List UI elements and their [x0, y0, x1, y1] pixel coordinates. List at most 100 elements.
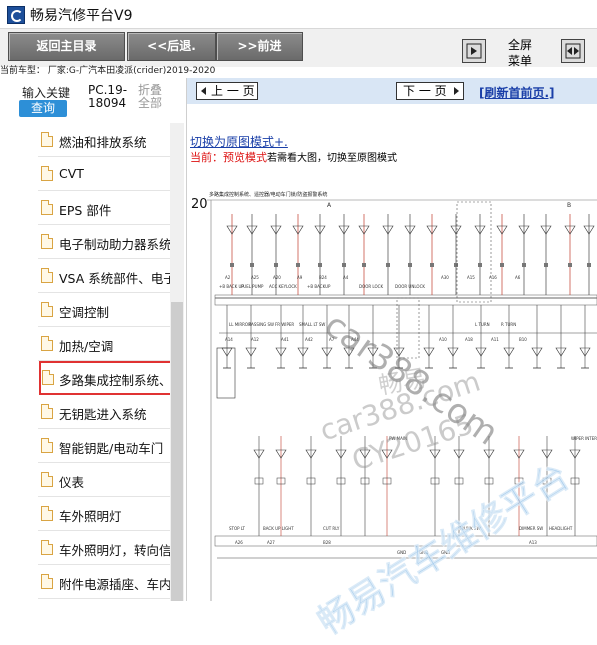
tab-fold-line2: 全部 — [138, 96, 163, 110]
diagram-connector-label: A26 — [235, 540, 243, 545]
tree-item[interactable]: 附件电源插座、车内 — [0, 565, 170, 599]
vehicle-model-line: 当前车型： 厂家:G-广汽本田凌派(crider)2019-2020 — [0, 66, 216, 76]
fullscreen-expand-button[interactable] — [462, 39, 486, 63]
tree-item[interactable]: EPS 部件 — [0, 191, 170, 225]
diagram-signal-label: BACK UP LIGHT — [263, 526, 294, 531]
document-icon — [41, 302, 53, 317]
diagram-ground-label: GND — [419, 550, 428, 555]
arrow-right-icon — [454, 87, 459, 95]
tree-item-label: 附件电源插座、车内 — [59, 577, 170, 592]
tree-item[interactable]: 电子制动助力器系统 — [0, 225, 170, 259]
diagram-connector-label: A25 — [251, 275, 259, 280]
tree-item[interactable]: 无钥匙进入系统 — [0, 395, 170, 429]
diagram-splice — [430, 263, 434, 267]
diagram-connector-label: A44 — [351, 337, 359, 342]
diagram-connector-label: A27 — [267, 540, 275, 545]
diagram-ground-label: GND — [441, 550, 450, 555]
diagram-background — [189, 178, 597, 601]
tree-item-label: 无钥匙进入系统 — [59, 407, 147, 422]
title-bar: 畅易汽修平台V9 — [0, 0, 597, 29]
diagram-connector-label: A6 — [515, 275, 521, 280]
menu-toggle-button[interactable] — [561, 39, 585, 63]
back-button[interactable]: <<后退. — [127, 32, 216, 61]
prev-page-button[interactable]: 上 一 页 — [196, 82, 258, 100]
document-icon — [42, 370, 54, 385]
diagram-splice — [362, 263, 366, 267]
left-tabs: 输入关键 查询 PC.19- 18094 折叠 全部 — [0, 78, 186, 120]
hint-prefix: 当前： — [190, 151, 223, 164]
document-icon — [41, 166, 53, 181]
document-icon — [41, 540, 53, 555]
diagram-connector-label: A16 — [489, 275, 497, 280]
tree-item-label: 仪表 — [59, 475, 85, 490]
tree-scrollbar-thumb[interactable] — [171, 302, 183, 601]
arrow-left-icon — [201, 87, 206, 95]
query-button[interactable]: 查询 — [19, 100, 67, 117]
tab-keyword-input[interactable]: 输入关键 — [22, 84, 70, 101]
tab-pc-number[interactable]: PC.19- 18094 — [88, 84, 127, 110]
tree-item[interactable]: VSA 系统部件、电子 — [0, 259, 170, 293]
diagram-connector-label: A7 — [329, 337, 335, 342]
mode-hint: 当前：预览模式若需看大图，切换至原图模式 — [190, 149, 397, 165]
tree-item[interactable]: 多路集成控制系统、 — [39, 361, 170, 395]
diagram-signal-label: HEADLIGHT — [549, 526, 573, 531]
prev-page-label: 上 一 页 — [211, 84, 255, 98]
diagram-connector-label: A2 — [225, 275, 231, 280]
tree-item-label: 智能钥匙/电动车门 — [59, 441, 164, 456]
tree-item-label: 多路集成控制系统、 — [59, 373, 170, 388]
tree-item[interactable]: 智能钥匙/电动车门 — [0, 429, 170, 463]
tree-item[interactable]: 仪表 — [0, 463, 170, 497]
next-page-button[interactable]: 下 一 页 — [396, 82, 464, 100]
document-icon — [41, 472, 53, 487]
hint-suffix: 若需看大图，切换至原图模式 — [267, 153, 397, 164]
diagram-splice — [408, 263, 412, 267]
tree-divider — [38, 598, 170, 599]
home-button[interactable]: 返回主目录 — [8, 32, 125, 61]
tree-item-label: VSA 系统部件、电子 — [59, 271, 170, 286]
diagram-connector-label: A18 — [465, 337, 473, 342]
app-title: 畅易汽修平台V9 — [30, 8, 133, 24]
diagram-column-b: B — [567, 202, 571, 209]
diagram-splice — [522, 263, 526, 267]
tree-item[interactable]: 加热/空调 — [0, 327, 170, 361]
diagram-signal-label: DIMMER SW — [519, 526, 543, 531]
diagram-signal-label: WIPER INTERMITTENT — [571, 436, 597, 441]
diagram-connector-label: A30 — [441, 275, 449, 280]
diagram-splice — [386, 263, 390, 267]
tree-item-label: 车外照明灯 — [59, 509, 122, 524]
tree-item[interactable]: 车外照明灯，转向信 — [0, 531, 170, 565]
tree-item[interactable]: 燃油和排放系统 — [0, 123, 170, 157]
refresh-first-page-link[interactable]: [刷新首前页.] — [479, 84, 555, 101]
diagram-signal-label: FUEL PUMP — [241, 284, 264, 289]
diagram-splice — [342, 263, 346, 267]
diagram-signal-label: R TURN — [501, 322, 516, 327]
diagram-connector-label: A9 — [297, 275, 303, 280]
app-logo-icon — [7, 6, 25, 24]
wiring-diagram[interactable]: 20 多路集成控制系统、遥控器/电动车门锁/防盗报警系统 A B +B BACK UP F… — [189, 178, 597, 601]
document-icon — [41, 574, 53, 589]
diagram-signal-label: TRUNK SW — [458, 526, 481, 531]
tree-item-label: 加热/空调 — [59, 339, 114, 354]
expand-right-icon — [466, 43, 482, 59]
content-panel: 上 一 页 下 一 页 [刷新首前页.] 切换为原图模式+. 当前：预览模式若需… — [187, 78, 597, 601]
tree-item[interactable]: CVT — [0, 157, 170, 191]
diagram-signal-label: PW MAIN — [389, 436, 407, 441]
diagram-connector-label: B28 — [323, 540, 331, 545]
diagram-signal-label: DOOR UNLOCK — [395, 284, 425, 289]
diagram-connector-label: A20 — [273, 275, 281, 280]
tab-collapse-all[interactable]: 折叠 全部 — [138, 84, 162, 110]
diagram-connector-label: B24 — [319, 275, 327, 280]
tree-item-label: EPS 部件 — [59, 203, 112, 218]
diagram-splice — [544, 263, 548, 267]
tree-item-label: 空调控制 — [59, 305, 110, 320]
diagram-connector-label: A4 — [343, 275, 349, 280]
tree-item[interactable]: 空调控制 — [0, 293, 170, 327]
hint-mode: 预览模式 — [223, 151, 267, 164]
forward-button[interactable]: >>前进 — [216, 32, 303, 61]
document-icon — [41, 200, 53, 215]
diagram-splice — [296, 263, 300, 267]
fullscreen-label-line1: 全屏 — [507, 38, 532, 52]
switch-original-mode-link[interactable]: 切换为原图模式+. — [190, 133, 288, 150]
diagram-splice — [454, 263, 458, 267]
tree-item[interactable]: 车外照明灯 — [0, 497, 170, 531]
